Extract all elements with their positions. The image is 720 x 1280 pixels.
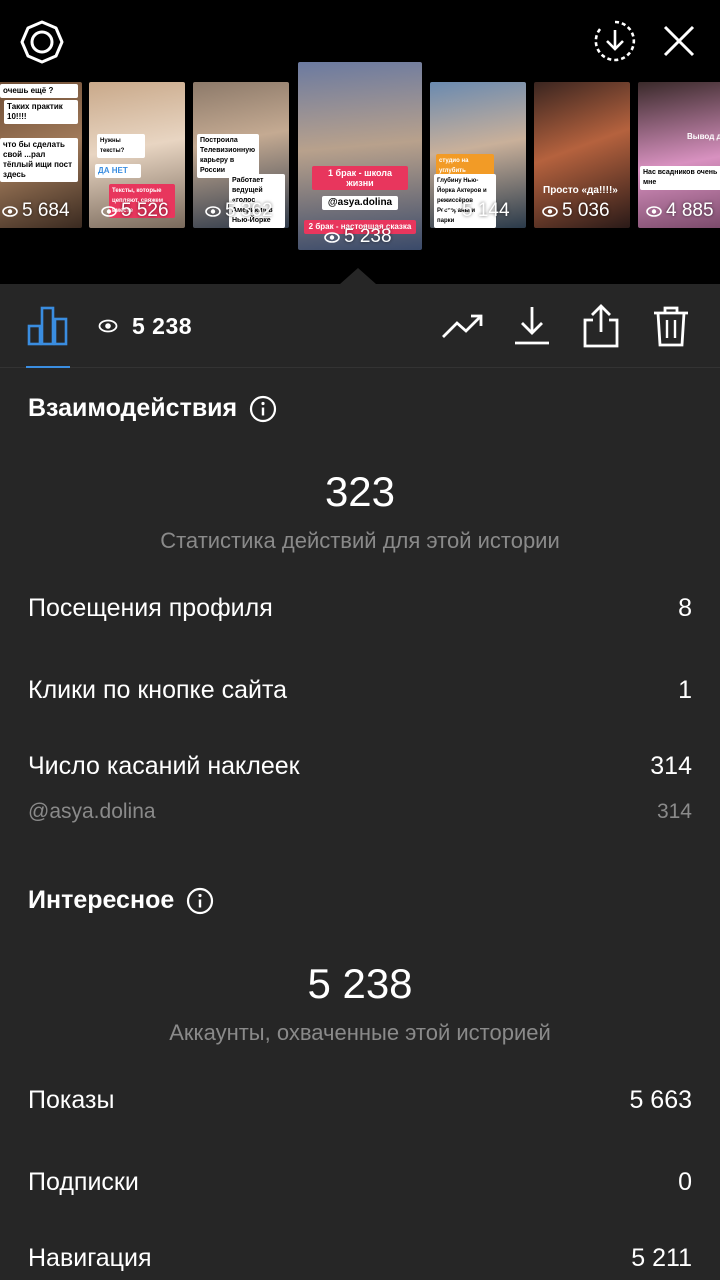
- story-caption: 1 брак - школа жизни: [312, 166, 408, 190]
- interactions-subtitle: Статистика действий для этой истории: [160, 528, 560, 553]
- story-thumb[interactable]: Просто «да!!!!» 5 036: [534, 82, 630, 228]
- story-views: 5 684: [2, 200, 70, 222]
- story-thumb[interactable]: Построила Телевизионную карьеру в России…: [193, 82, 289, 228]
- metric-value: 5 663: [629, 1086, 692, 1114]
- story-thumb[interactable]: студио на углубить Глубину Нью-Йорка Акт…: [430, 82, 526, 228]
- metric-row-website-clicks: Клики по кнопке сайта 1: [28, 676, 692, 705]
- download-circle-icon[interactable]: [590, 16, 640, 66]
- metric-value: 8: [678, 594, 692, 622]
- story-caption: очешь ещё ?: [0, 84, 78, 98]
- story-views: 5 526: [101, 200, 169, 222]
- discovery-subtitle: Аккаунты, охваченные этой историей: [169, 1020, 551, 1045]
- metric-row-profile-visits: Посещения профиля 8: [28, 594, 692, 623]
- metric-label: Число касаний наклеек: [28, 752, 300, 780]
- eye-icon: [98, 319, 118, 333]
- metric-value: 0: [678, 1168, 692, 1196]
- story-caption: Вывод д: [687, 132, 720, 141]
- story-views: 4 885: [646, 200, 714, 222]
- story-caption: @asya.dolina: [322, 196, 398, 210]
- close-icon[interactable]: [656, 18, 702, 64]
- active-tab-indicator: [26, 366, 70, 368]
- story-caption: Нужны тексты?: [97, 134, 145, 158]
- story-caption: Таких практик 10!!!!: [4, 100, 78, 124]
- stories-strip[interactable]: очешь ещё ? Таких практик 10!!!! что бы …: [0, 62, 720, 252]
- metric-value: 5 211: [631, 1244, 692, 1272]
- metric-row-sticker-mention[interactable]: @asya.dolina 314: [28, 800, 692, 824]
- discovery-title: Интересное: [28, 886, 214, 915]
- metric-row-follows: Подписки 0: [28, 1168, 692, 1197]
- story-views: 5 238: [324, 226, 392, 248]
- views-counter: 5 238: [98, 310, 192, 342]
- bar-chart-icon[interactable]: [26, 304, 70, 348]
- story-views: 5 362: [205, 200, 273, 222]
- settings-icon[interactable]: [18, 18, 66, 66]
- trash-icon[interactable]: [650, 304, 692, 348]
- metric-label: Посещения профиля: [28, 594, 273, 622]
- discovery-total: 5 238: [307, 960, 413, 1007]
- interactions-title: Взаимодействия: [28, 394, 277, 423]
- info-icon[interactable]: [249, 395, 277, 423]
- metric-label: Показы: [28, 1086, 115, 1114]
- story-thumb[interactable]: Вывод д Нас всадников очень мне 4 885: [638, 82, 720, 228]
- metric-value: 314: [656, 800, 692, 823]
- insights-toolbar: 5 238: [0, 284, 720, 368]
- story-caption: что бы сделать свой ...рал тёплый ищи по…: [0, 138, 78, 182]
- metric-row-sticker-taps: Число касаний наклеек 314: [28, 752, 692, 781]
- story-caption: Нас всадников очень мне: [640, 166, 720, 190]
- story-views: 5 036: [542, 200, 610, 222]
- metric-label: Навигация: [28, 1244, 152, 1272]
- interactions-title-text: Взаимодействия: [28, 394, 238, 422]
- insights-panel: 5 238 Взаимодействия 323 Статистика дейс…: [0, 284, 720, 1280]
- story-thumb[interactable]: очешь ещё ? Таких практик 10!!!! что бы …: [0, 82, 82, 228]
- story-thumb-selected[interactable]: 1 брак - школа жизни @asya.dolina 2 брак…: [298, 62, 422, 250]
- metric-label: @asya.dolina: [28, 800, 156, 823]
- trend-icon[interactable]: [440, 304, 486, 348]
- interactions-total: 323: [324, 468, 396, 515]
- stories-header: очешь ещё ? Таких практик 10!!!! что бы …: [0, 0, 720, 284]
- story-caption: Построила Телевизионную карьеру в России: [197, 134, 259, 178]
- selected-pointer: [340, 268, 376, 284]
- views-value: 5 238: [132, 312, 193, 339]
- story-caption: Просто «да!!!!»: [543, 185, 618, 196]
- metric-label: Подписки: [28, 1168, 139, 1196]
- share-icon[interactable]: [580, 304, 622, 348]
- metric-label: Клики по кнопке сайта: [28, 676, 288, 704]
- story-caption: ДА НЕТ: [95, 164, 141, 178]
- metric-value: 1: [678, 676, 692, 704]
- metric-value: 314: [650, 752, 692, 780]
- discovery-title-text: Интересное: [28, 886, 175, 914]
- story-thumb[interactable]: Нужны тексты? ДА НЕТ Тексты, которые цеп…: [89, 82, 185, 228]
- download-icon[interactable]: [512, 304, 552, 348]
- story-views: 5 144: [442, 200, 510, 222]
- info-icon[interactable]: [186, 887, 214, 915]
- metric-row-impressions: Показы 5 663: [28, 1086, 692, 1115]
- metric-row-navigation: Навигация 5 211: [28, 1244, 692, 1273]
